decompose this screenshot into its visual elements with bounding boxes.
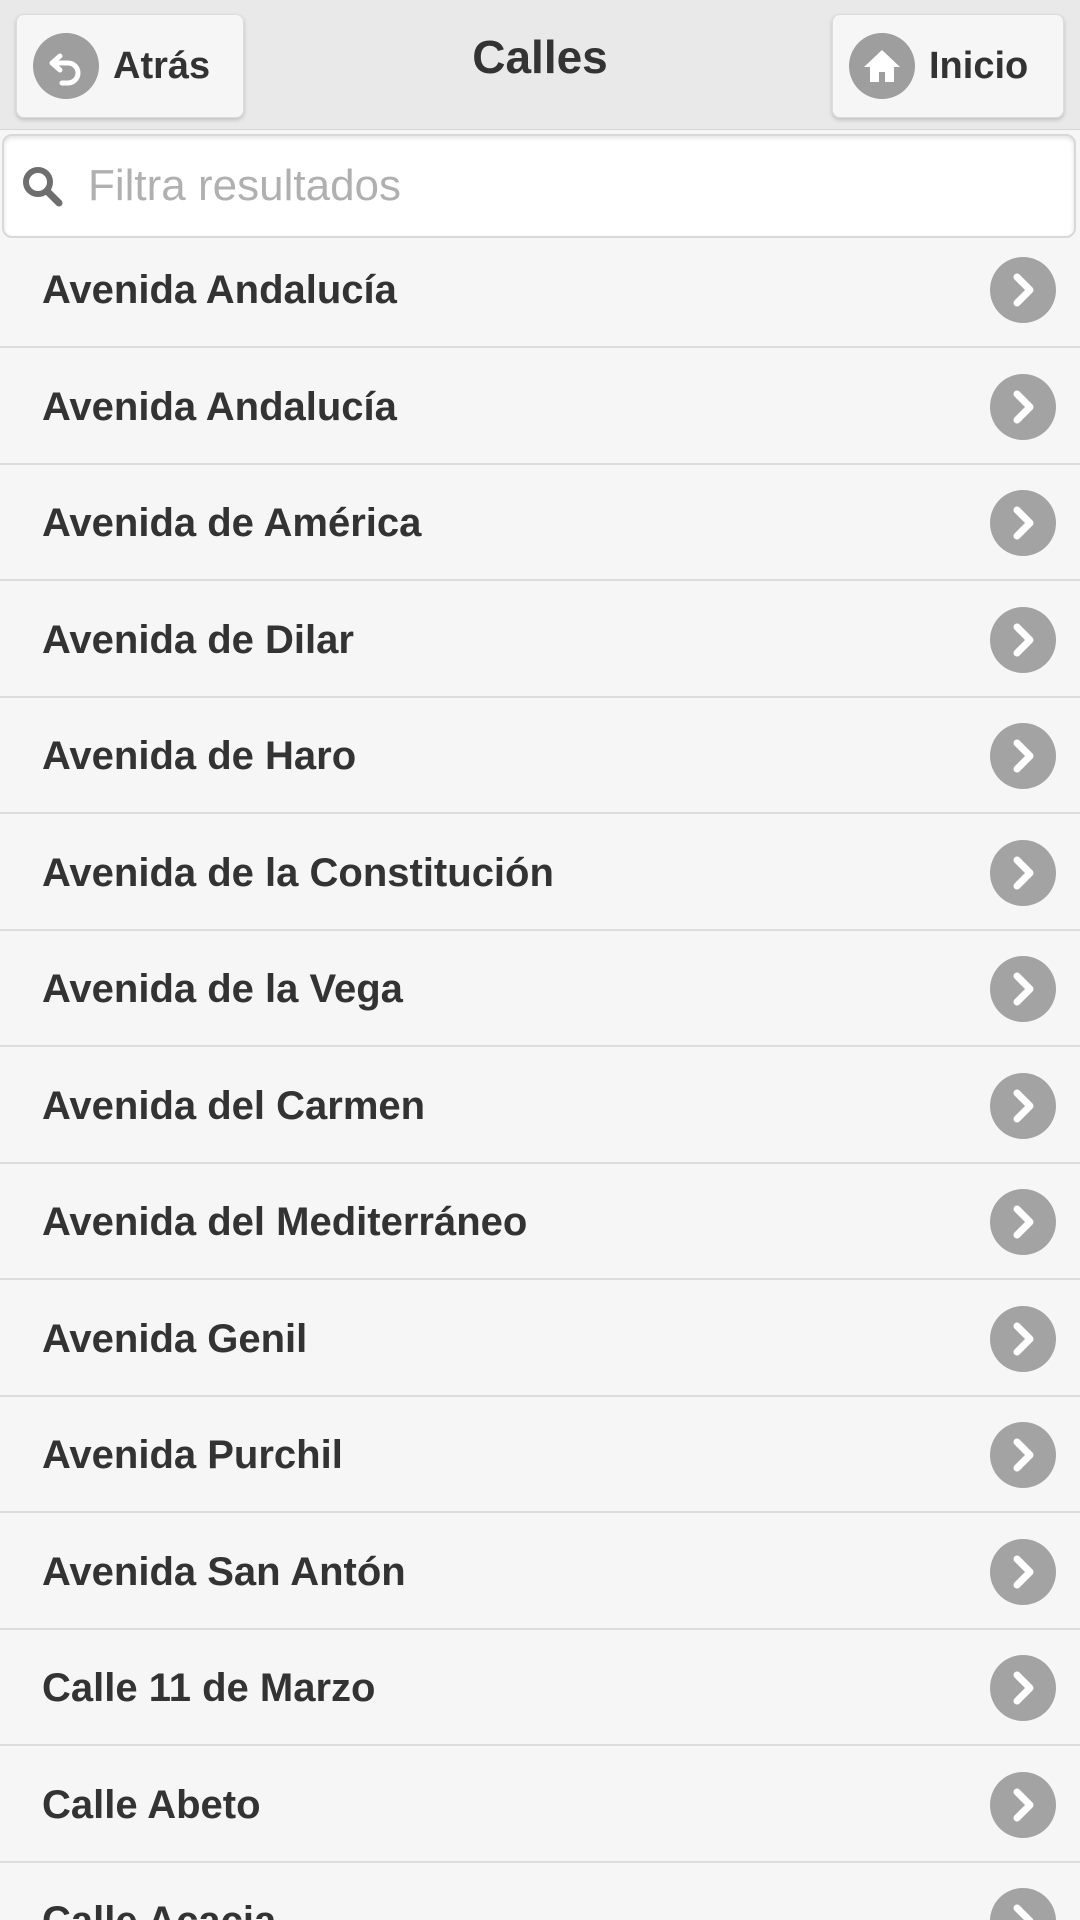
street-name: Avenida de Haro [42,734,357,778]
chevron-right-icon [990,1189,1056,1255]
street-name: Avenida Andalucía [42,385,397,429]
list-item[interactable]: Avenida de Dilar [0,582,1080,698]
list-item[interactable]: Avenida Andalucía [0,349,1080,465]
street-name: Calle Acacia [42,1863,276,1920]
chevron-right-icon [990,840,1056,906]
home-button-label: Inicio [929,44,1029,87]
chevron-right-icon [990,607,1056,673]
street-name: Avenida de Dilar [42,618,354,662]
street-name: Avenida Andalucía [42,268,397,312]
street-name: Calle Abeto [42,1783,261,1827]
street-name: Avenida de América [42,501,422,545]
street-name: Calle 11 de Marzo [42,1666,376,1710]
chevron-right-icon [990,1888,1056,1920]
chevron-right-icon [990,723,1056,789]
street-name: Avenida del Mediterráneo [42,1200,528,1244]
chevron-right-icon [990,1772,1056,1838]
chevron-right-icon [990,257,1056,323]
chevron-right-icon [990,1073,1056,1139]
chevron-right-icon [990,1306,1056,1372]
back-arrow-icon [33,33,99,99]
home-button[interactable]: Inicio [832,14,1064,118]
street-list: Avenida Andalucía Avenida Andalucía Avenid… [0,240,1080,1920]
chevron-right-icon [990,1539,1056,1605]
list-item[interactable]: Avenida de la Vega [0,931,1080,1047]
list-item[interactable]: Avenida Purchil [0,1397,1080,1513]
chevron-right-icon [990,956,1056,1022]
list-item[interactable]: Avenida San Antón [0,1514,1080,1630]
list-item[interactable]: Avenida del Mediterráneo [0,1164,1080,1280]
page-title: Calles [472,31,608,83]
search-bar [2,134,1076,238]
list-item[interactable]: Calle Abeto [0,1747,1080,1863]
chevron-right-icon [990,1422,1056,1488]
home-icon [849,33,915,99]
list-item[interactable]: Calle 11 de Marzo [0,1630,1080,1746]
street-name: Avenida Genil [42,1317,308,1361]
list-item[interactable]: Avenida Andalucía [0,240,1080,348]
list-item[interactable]: Avenida de América [0,465,1080,581]
chevron-right-icon [990,374,1056,440]
street-name: Avenida Purchil [42,1433,343,1477]
back-button-label: Atrás [113,44,211,87]
list-item[interactable]: Avenida del Carmen [0,1048,1080,1164]
chevron-right-icon [990,1655,1056,1721]
header-bar: Atrás Calles Inicio [0,0,1080,130]
street-name: Avenida de la Constitución [42,851,554,895]
list-item[interactable]: Avenida Genil [0,1281,1080,1397]
street-name: Avenida del Carmen [42,1084,426,1128]
list-item[interactable]: Calle Acacia [0,1863,1080,1920]
list-item[interactable]: Avenida de Haro [0,698,1080,814]
street-name: Avenida San Antón [42,1550,406,1594]
list-item[interactable]: Avenida de la Constitución [0,815,1080,931]
search-input[interactable] [86,160,1050,212]
search-icon [18,162,66,210]
chevron-right-icon [990,490,1056,556]
back-button[interactable]: Atrás [16,14,244,118]
street-name: Avenida de la Vega [42,967,403,1011]
